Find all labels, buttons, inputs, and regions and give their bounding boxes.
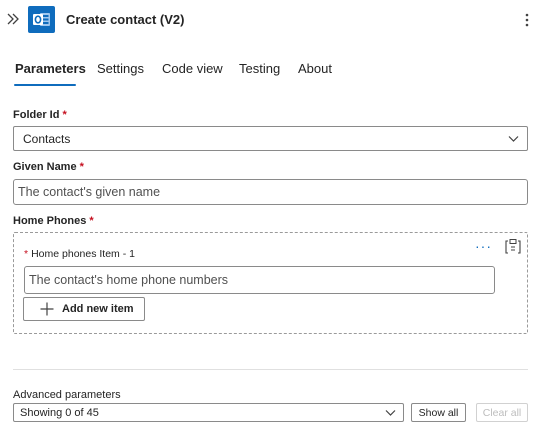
given-name-label: Given Name * [13,161,84,173]
home-phones-item-label: * Home phones Item - 1 [24,248,135,260]
chevron-down-icon [385,410,396,416]
plus-icon [40,302,54,316]
show-all-button[interactable]: Show all [411,403,466,422]
page-title: Create contact (V2) [66,12,185,27]
clear-all-button[interactable]: Clear all [476,403,528,422]
folder-id-label: Folder Id * [13,109,67,121]
required-marker: * [89,215,94,227]
advanced-parameters-dropdown[interactable]: Showing 0 of 45 [13,403,404,422]
required-marker: * [79,161,84,173]
advanced-parameters-value: Showing 0 of 45 [20,407,99,419]
required-marker: * [62,109,67,121]
outlook-icon [28,6,55,33]
tab-parameters[interactable]: Parameters [15,61,86,76]
home-phones-array: *Home phones Item - 1 ··· Add new item [13,232,528,334]
switch-to-array-icon[interactable] [505,238,521,254]
advanced-parameters-label: Advanced parameters [13,389,121,401]
add-new-item-button[interactable]: Add new item [23,297,145,321]
section-divider [13,369,528,370]
tab-bar: Parameters Settings Code view Testing Ab… [0,52,537,88]
folder-id-value: Contacts [23,132,71,146]
folder-id-dropdown[interactable]: Contacts [13,126,528,151]
active-tab-indicator [14,84,76,86]
panel-header: Create contact (V2) [0,0,537,40]
tab-testing[interactable]: Testing [239,61,280,76]
add-new-item-label: Add new item [62,303,134,315]
tab-about[interactable]: About [298,61,332,76]
tab-code-view[interactable]: Code view [162,61,223,76]
chevron-down-icon [508,136,519,142]
double-chevron-right-icon[interactable] [6,11,20,27]
home-phone-input[interactable] [24,266,495,294]
home-phones-label: Home Phones * [13,215,94,227]
tab-settings[interactable]: Settings [97,61,144,76]
given-name-input[interactable] [13,179,528,205]
more-options-icon[interactable] [519,11,535,29]
item-menu-button[interactable]: ··· [475,239,492,253]
